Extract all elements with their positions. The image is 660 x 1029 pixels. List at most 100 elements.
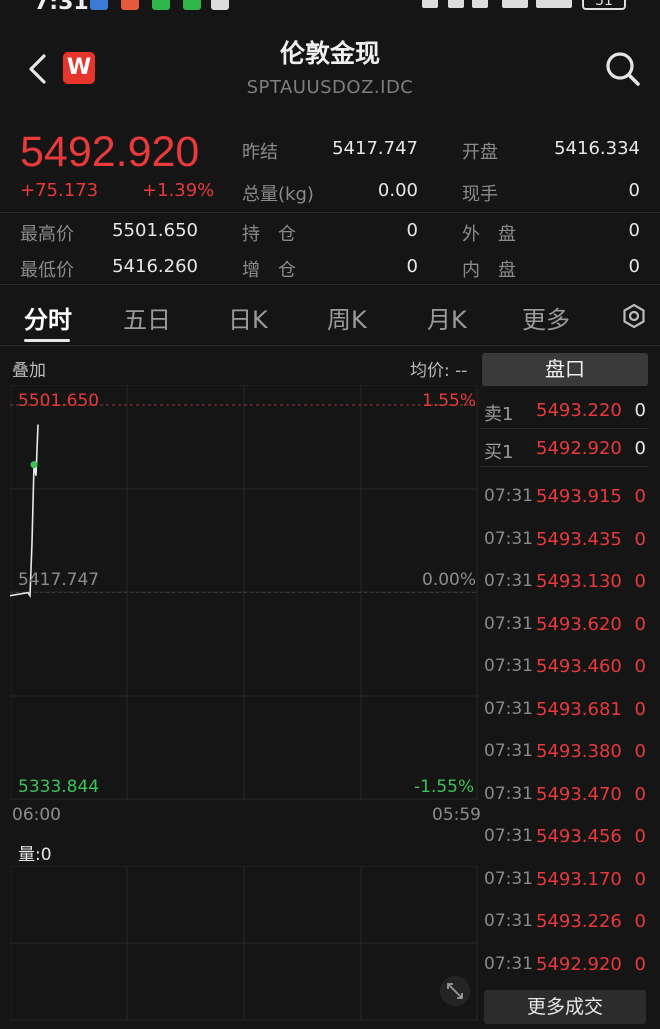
trade-row: 07:31 5493.435 0 (484, 528, 648, 550)
ask-label: 卖1 (484, 404, 514, 425)
trade-row: 07:31 5493.170 0 (484, 868, 648, 890)
stat-label-high: 最高价 (20, 224, 74, 245)
stat-label-current-hand: 现手 (462, 184, 498, 205)
bell-icon (472, 0, 488, 8)
trade-time: 07:31 (484, 486, 533, 506)
trade-time: 07:31 (484, 571, 533, 591)
symbol-code: SPTAUUSDOZ.IDC (246, 77, 414, 98)
trade-time: 07:31 (484, 528, 533, 549)
y-axis-high-label: 5501.650 (18, 391, 100, 411)
trade-price: 5493.435 (536, 528, 622, 550)
trade-row: 07:31 5493.130 0 (484, 571, 648, 592)
trade-row: 07:31 5492.920 0 (484, 953, 648, 975)
intraday-price-chart[interactable] (10, 385, 478, 800)
y-axis-mid-label: 5417.747 (18, 570, 100, 590)
stat-value-inner-volume: 0 (628, 256, 640, 277)
stat-label-volume: 总量(kg) (242, 184, 314, 205)
app-notification-icon (90, 0, 108, 10)
trade-qty: 0 (634, 656, 646, 677)
stat-value-open-interest: 0 (406, 220, 418, 241)
mute-icon (422, 0, 438, 8)
y-axis-low-label: 5333.844 (18, 777, 100, 797)
stat-label-inner-volume: 内 盘 (462, 260, 516, 281)
trade-qty: 0 (634, 911, 646, 932)
trade-price: 5492.920 (536, 953, 622, 975)
stat-label-open: 开盘 (462, 142, 498, 163)
volume-grid (10, 866, 478, 1021)
trade-row: 07:31 5493.470 0 (484, 783, 648, 805)
stat-label-open-interest: 持 仓 (242, 224, 296, 245)
volume-chart[interactable] (10, 866, 478, 1021)
trade-price: 5493.130 (536, 571, 622, 592)
stat-value-low: 5416.260 (112, 256, 198, 277)
trade-price: 5493.170 (536, 868, 622, 890)
trade-price: 5493.226 (536, 911, 622, 932)
trade-qty: 0 (634, 613, 646, 635)
trade-price: 5493.470 (536, 783, 622, 805)
trade-row: 07:31 5493.681 0 (484, 698, 648, 720)
trade-qty: 0 (634, 571, 646, 592)
stat-label-outer-volume: 外 盘 (462, 224, 516, 245)
stat-label-low: 最低价 (20, 260, 74, 281)
trade-qty: 0 (634, 698, 646, 720)
x-axis-end-label: 05:59 (432, 805, 481, 825)
divider (480, 428, 648, 429)
stat-label-prev-settle: 昨结 (242, 142, 278, 163)
gear-icon (623, 303, 645, 329)
status-time: 7:31 (34, 0, 89, 14)
news-app-icon (121, 0, 139, 10)
trade-row: 07:31 5493.226 0 (484, 911, 648, 932)
trade-qty: 0 (634, 868, 646, 890)
divider (0, 284, 660, 285)
price-change-pct: +1.39% (142, 180, 215, 201)
stat-value-oi-change: 0 (406, 256, 418, 277)
trade-row: 07:31 5493.620 0 (484, 613, 648, 635)
signal-icon-2 (536, 0, 572, 8)
divider (0, 212, 660, 213)
overlay-button[interactable]: 叠加 (12, 356, 46, 381)
battery-icon: 51 (582, 0, 626, 10)
trade-qty: 0 (634, 528, 646, 550)
latest-price-marker (30, 461, 38, 469)
tab-more[interactable]: 更多 (522, 300, 570, 335)
stat-value-prev-settle: 5417.747 (332, 138, 418, 159)
tab-monthly-k[interactable]: 月K (427, 300, 467, 335)
trade-time: 07:31 (484, 698, 533, 719)
divider (480, 466, 648, 467)
last-price: 5492.920 (20, 128, 200, 176)
trade-price: 5493.460 (536, 656, 622, 677)
stat-value-current-hand: 0 (628, 180, 640, 201)
ask-row: 卖1 5493.220 0 (484, 400, 648, 425)
trade-row: 07:31 5493.380 0 (484, 741, 648, 762)
search-button[interactable] (602, 48, 642, 88)
chart-settings-button[interactable] (620, 302, 648, 330)
x-axis-start-label: 06:00 (12, 805, 61, 825)
fullscreen-button[interactable] (440, 976, 470, 1006)
stat-value-outer-volume: 0 (628, 220, 640, 241)
trade-qty: 0 (634, 486, 646, 507)
trade-qty: 0 (634, 783, 646, 805)
trade-qty: 0 (634, 953, 646, 975)
wechat-icon (152, 0, 170, 10)
more-trades-button[interactable]: 更多成交 (484, 990, 646, 1024)
tab-five-day[interactable]: 五日 (123, 300, 171, 335)
status-bar: 7:31 51 (0, 0, 660, 14)
trade-price: 5493.620 (536, 613, 622, 635)
tab-daily-k[interactable]: 日K (228, 300, 268, 335)
stat-value-high: 5501.650 (112, 220, 198, 241)
stat-label-oi-change: 增 仓 (242, 260, 296, 281)
tab-intraday[interactable]: 分时 (24, 300, 72, 335)
trade-time: 07:31 (484, 953, 533, 974)
stat-value-volume: 0.00 (377, 180, 418, 201)
trade-time: 07:31 (484, 613, 533, 634)
ask-price: 5493.220 (536, 400, 622, 421)
tab-weekly-k[interactable]: 周K (327, 300, 367, 335)
trade-time: 07:31 (484, 783, 533, 804)
signal-icon (502, 0, 528, 8)
trade-time: 07:31 (484, 741, 533, 761)
active-tab-indicator (24, 339, 70, 342)
order-book-tab[interactable]: 盘口 (482, 353, 648, 386)
y-axis-mid-pct: 0.00% (422, 570, 477, 590)
trade-price: 5493.380 (536, 741, 622, 762)
trade-row: 07:31 5493.460 0 (484, 656, 648, 677)
